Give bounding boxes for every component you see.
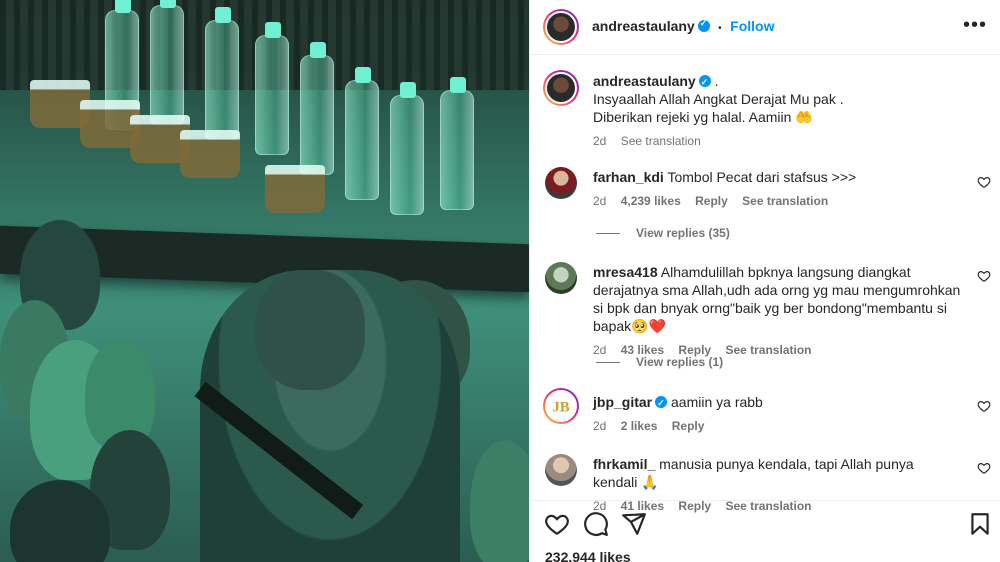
comment-like-icon[interactable] (977, 269, 991, 283)
comment-reply-button[interactable]: Reply (672, 419, 705, 433)
media-crowd-person (470, 440, 529, 562)
caption-time: 2d (593, 134, 607, 148)
comment-likes-count[interactable]: 4,239 likes (621, 194, 681, 208)
comment-see-translation[interactable]: See translation (725, 343, 811, 357)
header-separator: • (718, 23, 722, 34)
caption-dot: . (714, 73, 719, 89)
post-header: andreastaulany • Follow ••• (530, 0, 1000, 55)
comment-time: 2d (593, 419, 607, 433)
replies-divider (596, 233, 620, 235)
comment-like-icon[interactable] (977, 399, 991, 413)
comment-icon[interactable] (583, 511, 609, 537)
post-media[interactable] (0, 0, 529, 562)
comment-avatar[interactable] (545, 454, 577, 486)
caption-see-translation[interactable]: See translation (621, 134, 701, 148)
svg-text:JB: JB (552, 399, 569, 415)
replies-divider (596, 362, 620, 364)
media-vendor-head (255, 270, 365, 390)
bookmark-icon[interactable] (967, 511, 993, 537)
header-author-line: andreastaulany • Follow (592, 18, 774, 36)
post-likes-count[interactable]: 232.944 likes (545, 549, 631, 562)
heart-icon[interactable] (544, 511, 570, 537)
jb-logo-icon: JB (552, 399, 569, 415)
media-bottle (255, 22, 289, 155)
media-bottle (205, 7, 239, 140)
comment-username[interactable]: farhan_kdi (593, 169, 664, 185)
media-bottle (150, 0, 184, 125)
caption-author-avatar[interactable] (543, 70, 579, 106)
comment-see-translation[interactable]: See translation (742, 194, 828, 208)
media-bottle (345, 67, 379, 200)
media-bottle (390, 82, 424, 215)
verified-badge-icon (655, 394, 668, 412)
media-cup (265, 165, 325, 213)
comment-username[interactable]: fhrkamil_ (593, 456, 655, 472)
caption-line-1: Insyaallah Allah Angkat Derajat Mu pak . (593, 91, 844, 107)
caption-line-2: Diberikan rejeki yg halal. Aamiin 🤲 (593, 109, 813, 125)
view-replies-button[interactable]: View replies (35) (596, 226, 730, 240)
comment-like-icon[interactable] (977, 175, 991, 189)
more-options-button[interactable]: ••• (963, 14, 987, 37)
comment-text: Tombol Pecat dari stafsus >>> (667, 169, 857, 185)
view-replies-label: View replies (35) (636, 226, 730, 240)
send-icon[interactable] (621, 511, 647, 537)
comment-reply-button[interactable]: Reply (695, 194, 728, 208)
comment-username[interactable]: jbp_gitar (593, 394, 652, 410)
media-bottle (440, 77, 474, 210)
author-username[interactable]: andreastaulany (592, 18, 695, 34)
follow-button[interactable]: Follow (730, 18, 774, 34)
comment-like-icon[interactable] (977, 461, 991, 475)
comment-avatar[interactable]: JB (543, 388, 579, 424)
comment-username[interactable]: mresa418 (593, 264, 658, 280)
post-actions-bar: 232.944 likes (530, 500, 1000, 562)
comment-time: 2d (593, 194, 607, 208)
comment-likes-count[interactable]: 2 likes (621, 419, 658, 433)
more-icon: ••• (962, 14, 987, 36)
verified-badge-icon (698, 73, 711, 91)
post-details-panel: andreastaulany • Follow ••• andreastaula… (529, 0, 1000, 562)
media-bottle (300, 42, 334, 175)
verified-badge-icon (697, 18, 710, 32)
media-cup (180, 130, 240, 178)
caption-author-username[interactable]: andreastaulany (593, 73, 696, 89)
comment-text: aamiin ya rabb (671, 394, 763, 410)
comment-avatar[interactable] (545, 262, 577, 294)
view-replies-label: View replies (1) (636, 355, 724, 369)
view-replies-button[interactable]: View replies (1) (596, 355, 723, 369)
comment-avatar[interactable] (545, 167, 577, 199)
author-avatar[interactable] (543, 9, 579, 45)
